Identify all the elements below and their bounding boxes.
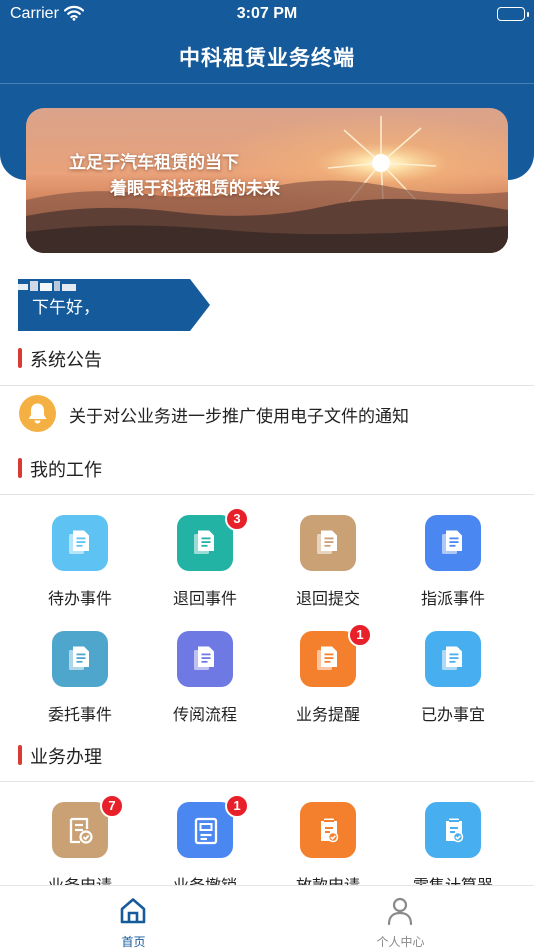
- document-icon: [194, 530, 214, 554]
- bell-icon: [19, 395, 56, 432]
- greeting-banner: 下午好，: [18, 279, 210, 331]
- tab-home-label: 首页: [121, 935, 146, 949]
- business-section-header: 业务办理: [0, 733, 534, 777]
- divider: [0, 385, 534, 386]
- home-icon: [120, 898, 146, 924]
- work-item[interactable]: 1 业务提醒: [273, 623, 383, 731]
- work-label: 业务提醒: [295, 705, 360, 724]
- announcement-item[interactable]: 关于对公业务进一步推广使用电子文件的通知: [0, 389, 534, 439]
- announcement-section-title: 系统公告: [30, 350, 102, 371]
- battery-icon: [497, 7, 529, 21]
- work-label: 退回提交: [295, 589, 360, 608]
- business-tile: [300, 802, 356, 858]
- clock: 3:07 PM: [236, 5, 298, 22]
- work-label: 委托事件: [47, 705, 112, 724]
- banner[interactable]: 立足于汽车租赁的当下 着眼于科技租赁的未来: [26, 108, 508, 253]
- count-badge: 7: [100, 794, 124, 818]
- divider: [0, 494, 534, 495]
- work-tile: [52, 631, 108, 687]
- work-tile: [300, 515, 356, 571]
- work-tile: [425, 515, 481, 571]
- count-badge: 1: [348, 623, 372, 647]
- list-form-icon: [194, 817, 218, 845]
- banner-slogan-1: 立足于汽车租赁的当下: [69, 153, 239, 173]
- count-badge: 3: [225, 507, 249, 531]
- tab-home[interactable]: 首页: [0, 886, 267, 950]
- work-label: 退回事件: [172, 589, 237, 608]
- work-tile: [52, 515, 108, 571]
- form-edit-icon: [69, 817, 93, 844]
- work-item[interactable]: 待办事件: [25, 515, 135, 615]
- work-label: 传阅流程: [172, 705, 237, 724]
- document-icon: [317, 530, 337, 554]
- nav-header: 中科租赁业务终端: [0, 30, 534, 84]
- work-label: 已办事宜: [420, 705, 485, 724]
- banner-slogan-2: 着眼于科技租赁的未来: [110, 179, 280, 199]
- business-tile: [52, 802, 108, 858]
- redacted-username: [18, 281, 76, 291]
- business-tile: [177, 802, 233, 858]
- work-item[interactable]: 3 退回事件: [150, 507, 260, 615]
- work-tile: [425, 631, 481, 687]
- clipboard-check-icon: [321, 818, 339, 843]
- work-label: 待办事件: [47, 589, 112, 608]
- my-work-section-header: 我的工作: [0, 446, 534, 490]
- business-section-title: 业务办理: [30, 747, 102, 768]
- work-tile: [300, 631, 356, 687]
- document-icon: [442, 646, 462, 670]
- page-title: 中科租赁业务终端: [179, 46, 355, 70]
- document-icon: [442, 530, 462, 554]
- announcement-section-header: 系统公告: [0, 336, 534, 380]
- section-accent-bar: [18, 348, 22, 368]
- work-item[interactable]: 委托事件: [25, 631, 135, 731]
- status-bar: Carrier 3:07 PM: [0, 0, 534, 30]
- my-work-section-title: 我的工作: [30, 460, 102, 481]
- document-icon: [194, 646, 214, 670]
- work-tile: [177, 515, 233, 571]
- clipboard-check-icon: [446, 818, 464, 843]
- document-icon: [69, 646, 89, 670]
- count-badge: 1: [225, 794, 249, 818]
- tab-bar: 首页 个人中心: [0, 885, 534, 950]
- divider: [0, 781, 534, 782]
- document-icon: [317, 646, 337, 670]
- section-accent-bar: [18, 745, 22, 765]
- document-icon: [69, 530, 89, 554]
- work-item[interactable]: 已办事宜: [398, 631, 508, 731]
- work-label: 指派事件: [420, 589, 485, 608]
- tab-profile[interactable]: 个人中心: [267, 886, 534, 950]
- work-item[interactable]: 退回提交: [273, 515, 383, 615]
- work-tile: [177, 631, 233, 687]
- announcement-text: 关于对公业务进一步推广使用电子文件的通知: [69, 407, 409, 427]
- section-accent-bar: [18, 458, 22, 478]
- person-icon: [387, 897, 413, 926]
- greeting-text: 下午好，: [32, 298, 100, 318]
- work-item[interactable]: 指派事件: [398, 515, 508, 615]
- work-item[interactable]: 传阅流程: [150, 631, 260, 731]
- business-tile: [425, 802, 481, 858]
- tab-profile-label: 个人中心: [376, 935, 425, 949]
